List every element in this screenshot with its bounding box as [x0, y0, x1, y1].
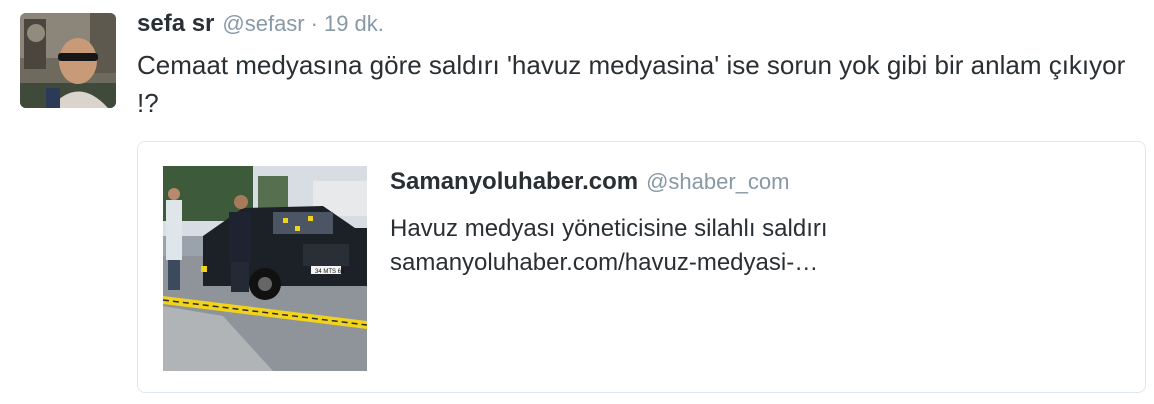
card-header: Samanyoluhaber.com @shaber_com	[390, 168, 1120, 202]
separator-dot: ·	[310, 11, 318, 36]
card-title[interactable]: Havuz medyası yöneticisine silahlı saldı…	[390, 212, 1120, 246]
author-name[interactable]: sefa sr	[137, 10, 214, 38]
tweet-header: sefa sr @sefasr · 19 dk.	[137, 10, 384, 42]
card-body: Samanyoluhaber.com @shaber_com Havuz med…	[390, 168, 1120, 280]
tweet-text: Cemaat medyasına göre saldırı 'havuz med…	[137, 50, 1126, 118]
license-plate: 34 MTS 60	[315, 269, 345, 275]
tweet-timestamp[interactable]: 19 dk.	[324, 11, 384, 37]
avatar[interactable]	[20, 13, 116, 108]
card-site-handle[interactable]: @shaber_com	[646, 169, 789, 195]
avatar-photo	[20, 13, 116, 108]
card-thumbnail[interactable]: 34 MTS 60	[163, 166, 367, 371]
card-thumbnail-image: 34 MTS 60	[163, 166, 367, 371]
author-handle[interactable]: @sefasr	[222, 11, 304, 37]
card-site-name[interactable]: Samanyoluhaber.com	[390, 168, 638, 196]
card-url[interactable]: samanyoluhaber.com/havuz-medyasi-…	[390, 246, 1120, 280]
link-card[interactable]: 34 MTS 60 Samanyoluhaber.com @shaber_com…	[137, 141, 1146, 393]
